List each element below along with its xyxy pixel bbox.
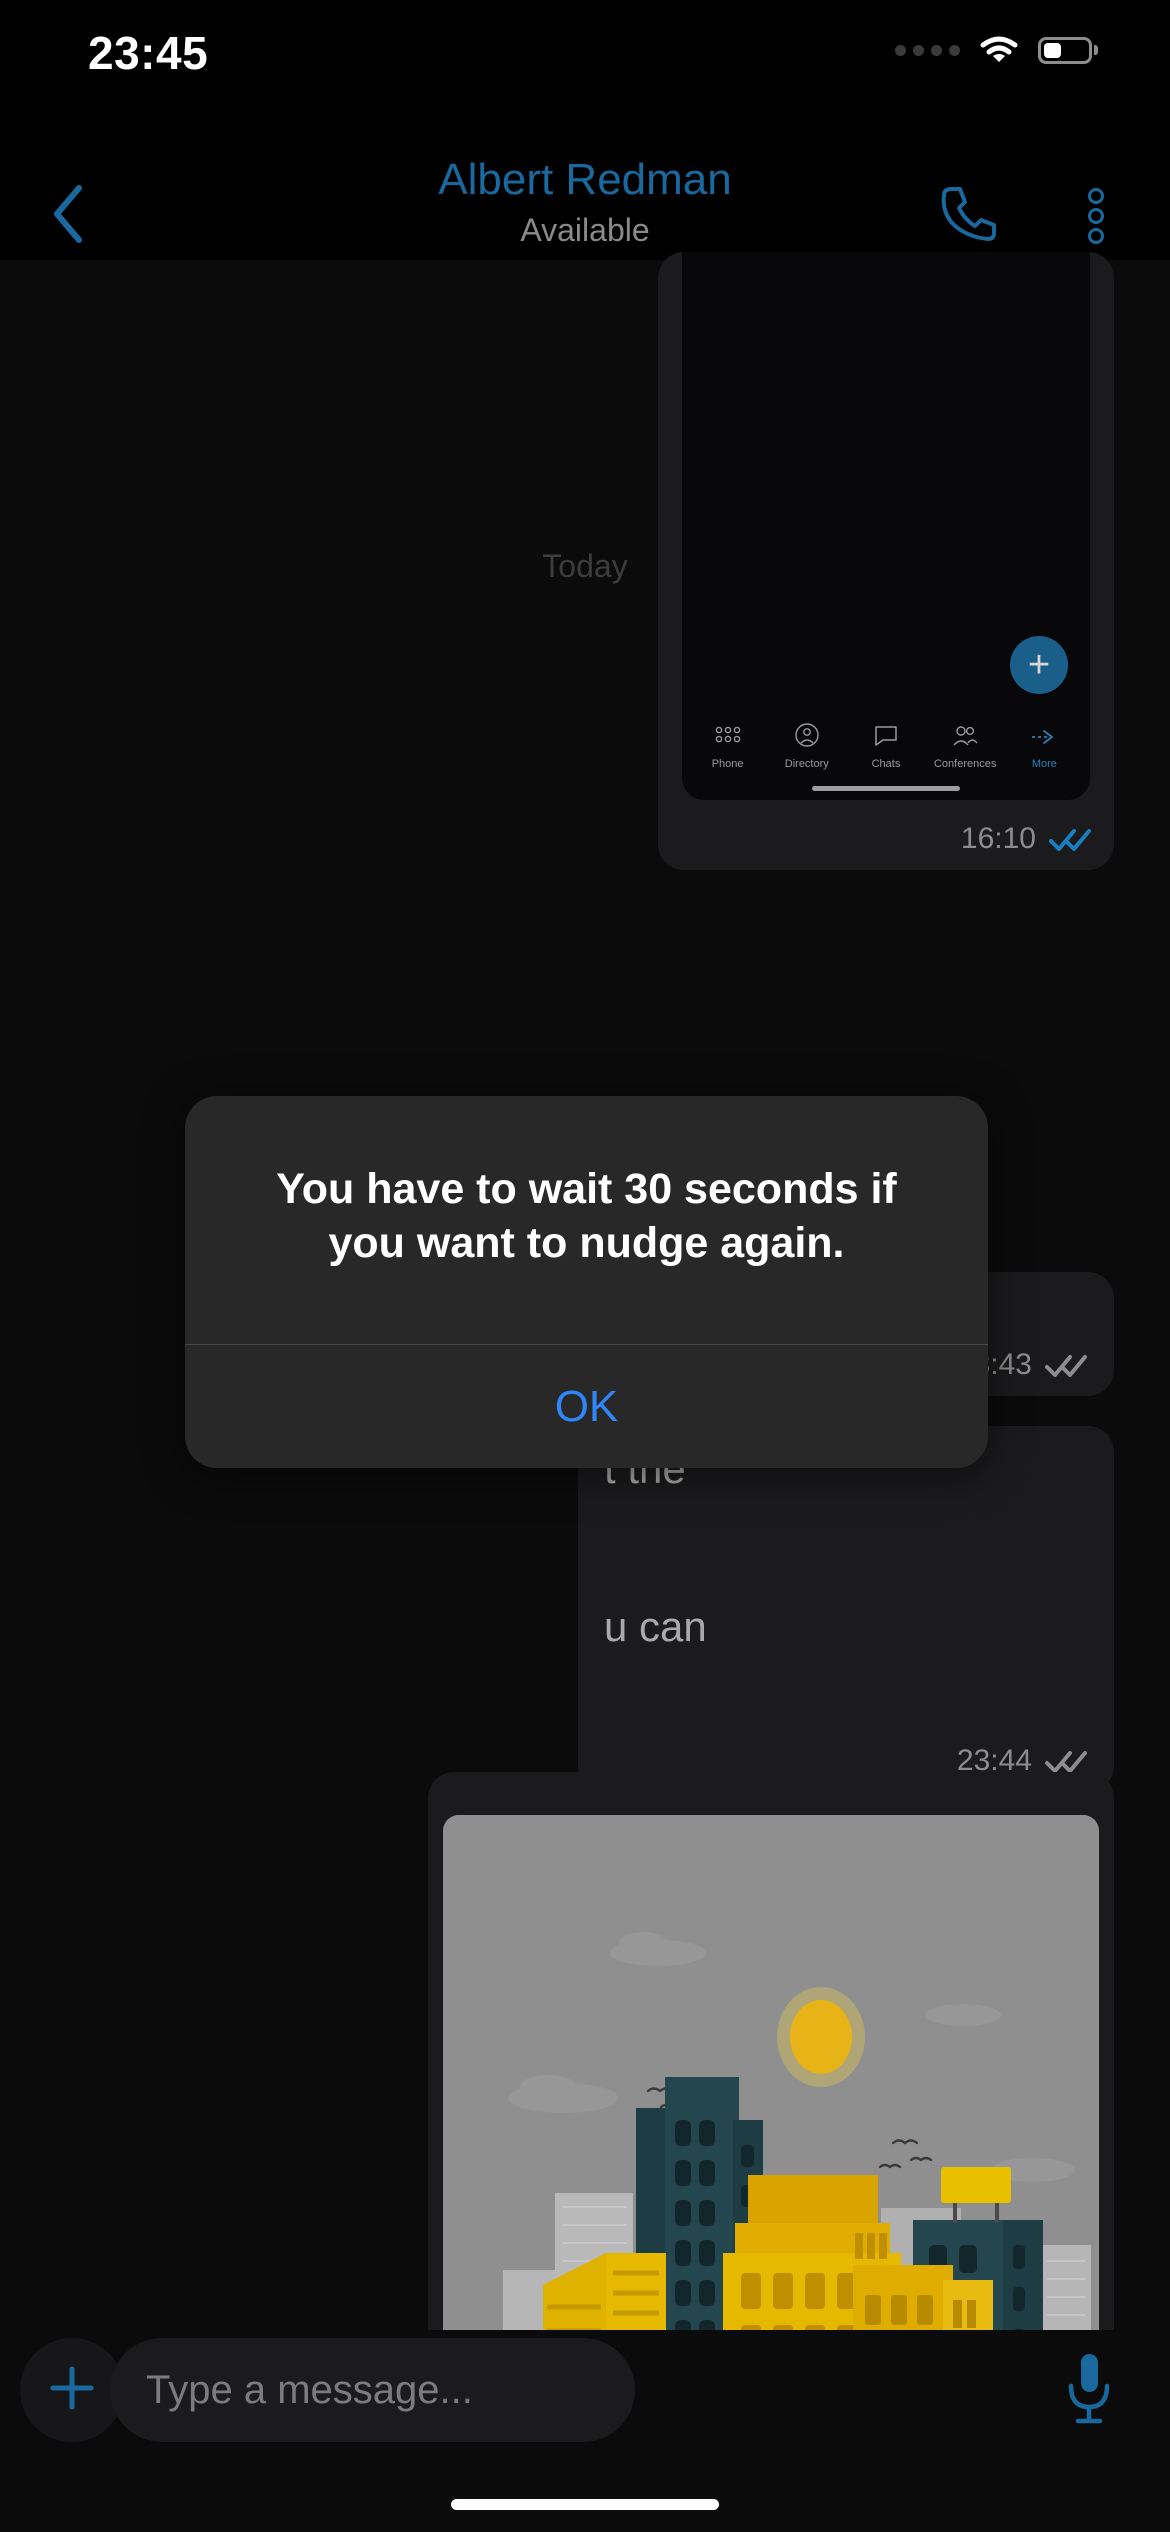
- back-button[interactable]: [30, 178, 106, 254]
- embedded-tab-label: Chats: [871, 758, 901, 770]
- message-input[interactable]: [110, 2338, 635, 2442]
- embedded-fab-button: +: [1010, 636, 1068, 694]
- contact-circle-icon: [794, 722, 820, 753]
- embedded-tab-label: More: [1031, 758, 1057, 770]
- read-receipt-icon: [1044, 1351, 1088, 1379]
- alert-message-text: You have to wait 30 seconds if you want …: [276, 1165, 897, 1268]
- battery-icon: [1038, 36, 1098, 64]
- attach-button[interactable]: [20, 2338, 124, 2442]
- arrow-right-dashed-icon: [1030, 726, 1058, 753]
- embedded-tab-phone: Phone: [689, 726, 767, 770]
- read-receipt-icon: [1044, 1747, 1088, 1775]
- status-bar-indicators: [895, 36, 1098, 64]
- microphone-icon: [1060, 2350, 1118, 2431]
- wifi-icon: [980, 36, 1018, 64]
- message-timestamp: 16:10: [960, 822, 1036, 855]
- embedded-tab-directory: Directory: [768, 722, 846, 770]
- message-text: u can: [604, 1603, 707, 1650]
- kebab-menu-icon: [1088, 208, 1104, 224]
- message-meta: 16:10: [961, 822, 1092, 856]
- plus-icon: [45, 2361, 99, 2420]
- status-bar-clock: 23:45: [88, 27, 209, 79]
- kebab-menu-icon: [1088, 228, 1104, 244]
- chat-bubble-icon: [873, 724, 899, 753]
- embedded-tab-more: More: [1005, 726, 1083, 770]
- more-options-button[interactable]: [1064, 180, 1128, 252]
- embedded-home-indicator: [812, 786, 960, 791]
- embedded-tab-label: Conferences: [933, 758, 997, 770]
- signal-dots-icon: [895, 44, 960, 56]
- date-separator: Today: [542, 548, 628, 584]
- chat-screen: 23:45 Albert Redman Available + Phone Di…: [0, 0, 1170, 2532]
- kebab-menu-icon: [1088, 188, 1104, 204]
- embedded-tab-label: Phone: [711, 758, 744, 770]
- chevron-left-icon: [48, 182, 88, 251]
- read-receipt-icon: [1048, 825, 1092, 853]
- call-button[interactable]: [931, 178, 1007, 254]
- embedded-tab-label: Directory: [784, 758, 829, 770]
- phone-icon: [938, 183, 1000, 250]
- message-bubble-outgoing-text[interactable]: u can 23:44: [578, 1584, 1114, 1792]
- alert-dialog: You have to wait 30 seconds if you want …: [185, 1096, 988, 1468]
- alert-ok-button[interactable]: OK: [185, 1345, 988, 1468]
- embedded-app-screenshot: + Phone Directory Chats Conferences More: [682, 252, 1090, 800]
- embedded-tab-bar: Phone Directory Chats Conferences More: [682, 722, 1090, 770]
- message-composer: [0, 2330, 1170, 2532]
- group-people-icon: [951, 724, 979, 753]
- status-bar: 23:45: [0, 0, 1170, 100]
- home-indicator: [451, 2499, 719, 2510]
- embedded-tab-chats: Chats: [847, 724, 925, 770]
- chat-header: Albert Redman Available: [0, 100, 1170, 260]
- dialpad-icon: [715, 726, 741, 753]
- embedded-tab-conferences: Conferences: [926, 724, 1004, 770]
- microphone-button[interactable]: [1044, 2344, 1134, 2436]
